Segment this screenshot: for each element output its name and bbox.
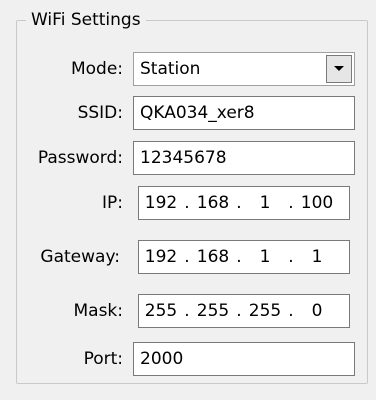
mode-dropdown-button[interactable] — [326, 55, 352, 83]
port-value: 2000 — [140, 349, 184, 369]
password-label: Password: — [37, 148, 123, 168]
ip-octet-4[interactable]: 100 — [295, 187, 339, 219]
ssid-value: QKA034_xer8 — [140, 103, 255, 123]
wifi-settings-panel: WiFi Settings Mode: Station SSID: QKA034… — [0, 0, 376, 400]
mask-address-input[interactable]: 255 . 255 . 255 . 0 — [138, 294, 350, 328]
mode-label: Mode: — [70, 59, 123, 79]
chevron-down-icon — [334, 66, 344, 71]
mask-octet-4[interactable]: 0 — [295, 295, 339, 327]
mask-octet-1[interactable]: 255 — [139, 295, 183, 327]
ip-dot: . — [236, 193, 242, 213]
ip-dot: . — [184, 193, 190, 213]
gateway-label: Gateway: — [40, 247, 120, 267]
mask-label: Mask: — [73, 301, 123, 321]
port-input[interactable]: 2000 — [133, 342, 355, 376]
mode-value: Station — [140, 59, 201, 79]
password-value: 12345678 — [140, 148, 227, 168]
mask-octet-2[interactable]: 255 — [191, 295, 235, 327]
port-label: Port: — [83, 349, 123, 369]
mask-dot: . — [288, 301, 294, 321]
gateway-dot: . — [236, 247, 242, 267]
mask-dot: . — [236, 301, 242, 321]
mode-select[interactable]: Station — [133, 52, 355, 86]
ip-address-input[interactable]: 192 . 168 . 1 . 100 — [138, 186, 350, 220]
gateway-row: Gateway: 192 . 168 . 1 . 1 — [0, 240, 376, 274]
gateway-label-clip: Gateway: — [0, 240, 120, 274]
gateway-octet-1[interactable]: 192 — [139, 241, 183, 273]
gateway-octet-4[interactable]: 1 — [295, 241, 339, 273]
gateway-octet-3[interactable]: 1 — [243, 241, 287, 273]
gateway-address-input[interactable]: 192 . 168 . 1 . 1 — [138, 240, 350, 274]
mask-row: Mask: 255 . 255 . 255 . 0 — [0, 294, 376, 328]
ssid-label: SSID: — [77, 103, 123, 123]
ip-octet-2[interactable]: 168 — [191, 187, 235, 219]
mask-dot: . — [184, 301, 190, 321]
mask-octet-3[interactable]: 255 — [243, 295, 287, 327]
ip-label: IP: — [102, 193, 123, 213]
gateway-dot: . — [288, 247, 294, 267]
mode-row: Mode: Station — [0, 52, 376, 86]
password-row: Password: 12345678 — [0, 141, 376, 175]
ssid-row: SSID: QKA034_xer8 — [0, 96, 376, 130]
port-row: Port: 2000 — [0, 342, 376, 376]
gateway-dot: . — [184, 247, 190, 267]
group-title: WiFi Settings — [26, 10, 146, 30]
gateway-octet-2[interactable]: 168 — [191, 241, 235, 273]
ip-row: IP: 192 . 168 . 1 . 100 — [0, 186, 376, 220]
password-input[interactable]: 12345678 — [133, 141, 355, 175]
ssid-input[interactable]: QKA034_xer8 — [133, 96, 355, 130]
ip-octet-3[interactable]: 1 — [243, 187, 287, 219]
ip-octet-1[interactable]: 192 — [139, 187, 183, 219]
ip-dot: . — [288, 193, 294, 213]
